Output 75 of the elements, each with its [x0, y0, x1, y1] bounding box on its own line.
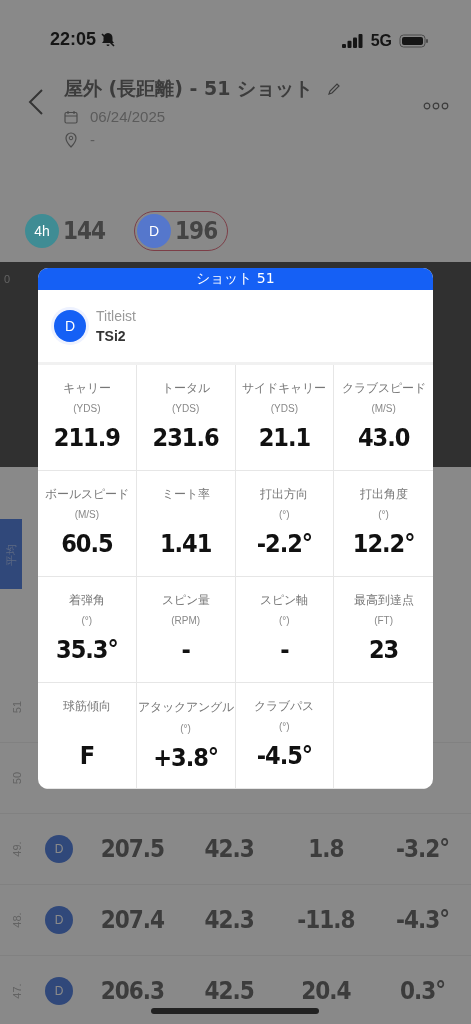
metric-value: 23 [368, 635, 399, 664]
metric-value: 1.41 [159, 529, 212, 558]
table-cell-text: 42.5 [203, 977, 255, 1005]
metric-unit: (YDS) [73, 403, 101, 415]
metric-label: クラブスピード [341, 381, 426, 396]
session-location: - [90, 131, 95, 148]
metric-unit: (°) [279, 615, 290, 627]
club-badge: D [54, 310, 86, 342]
club-badge: D [137, 214, 172, 248]
metric-label: 最高到達点 [353, 593, 414, 608]
metric-label: キャリー [62, 381, 111, 396]
metric-label: ミート率 [161, 487, 210, 502]
club-badge: D [45, 906, 73, 934]
club-badge: D [45, 835, 73, 863]
metric-label: サイドキャリー [242, 381, 327, 396]
metric-label: クラブパス [254, 699, 315, 714]
metric-unit: (°) [81, 615, 93, 627]
table-cell-text: 1.8 [307, 835, 345, 863]
calendar-icon [64, 109, 78, 124]
metric-unit: (M/S) [371, 403, 396, 415]
metric-unit: (RPM) [171, 615, 201, 627]
session-title: 屋外 (長距離) - 51 ショット [64, 76, 314, 101]
metric-unit: (FT) [374, 615, 394, 627]
metric-label: 着弾角 [68, 593, 105, 608]
metric-label: スピン軸 [260, 593, 309, 608]
metric-unit: (YDS) [270, 403, 298, 415]
pencil-icon[interactable] [327, 82, 342, 96]
metric-value: - [181, 635, 190, 664]
club-model: TSi2 [96, 328, 127, 344]
metric-unit: (M/S) [74, 509, 100, 521]
club-chip[interactable]: 4h 144 [22, 211, 117, 251]
table-cell-text: -4.3° [395, 906, 451, 934]
table-cell-text: 42.3 [203, 906, 255, 934]
metric-unit: (°) [180, 723, 191, 735]
metric-value: 60.5 [61, 529, 113, 558]
table-cell-text: 207.5 [99, 835, 165, 863]
metric-value: 211.9 [53, 423, 120, 452]
metric-label: ボールスピード [44, 487, 129, 502]
signal-icon [341, 34, 364, 48]
table-cell-text: -11.8 [296, 906, 356, 934]
metric-value: 43.0 [357, 423, 410, 452]
metric-label: 打出方向 [260, 487, 309, 502]
metric-unit: (°) [378, 509, 389, 521]
table-cell-text: 42.3 [203, 835, 255, 863]
table-cell-text: -3.2° [395, 835, 451, 863]
network-type: 5G [370, 32, 392, 50]
metric-value: 12.2° [352, 529, 415, 558]
status-time: 22:05 [50, 29, 97, 50]
metric-value: - [280, 635, 289, 664]
metric-unit: (YDS) [172, 403, 200, 415]
metric-label: アタックアングル [137, 699, 234, 716]
metric-value: 21.1 [258, 423, 311, 452]
club-badge: D [45, 977, 73, 1005]
metric-value: -2.2° [256, 529, 313, 558]
club-brand: Titleist [96, 308, 136, 324]
metric-unit: (°) [279, 509, 290, 521]
metric-unit: (°) [279, 721, 290, 733]
metric-label: スピン量 [161, 593, 210, 608]
metric-value: F [79, 741, 95, 770]
battery-icon [399, 34, 429, 48]
metric-label: 球筋傾向 [62, 699, 111, 714]
table-cell-text: 0.3° [399, 977, 447, 1005]
metric-value: -4.5° [256, 741, 313, 770]
metric-value: +3.8° [153, 743, 219, 772]
table-cell-text: 207.4 [99, 906, 165, 934]
club-badge: 4h [25, 214, 59, 248]
metric-label: 打出角度 [359, 487, 408, 502]
table-cell-text: 20.4 [300, 977, 352, 1005]
bell-muted-icon [100, 31, 117, 48]
location-pin-icon [64, 131, 78, 148]
metric-value: 231.6 [152, 423, 219, 452]
metric-label: トータル [161, 381, 210, 396]
table-cell-text: 206.3 [99, 977, 165, 1005]
dialog-title: ショット 51 [38, 268, 433, 290]
metric-value: 35.3° [56, 635, 118, 664]
